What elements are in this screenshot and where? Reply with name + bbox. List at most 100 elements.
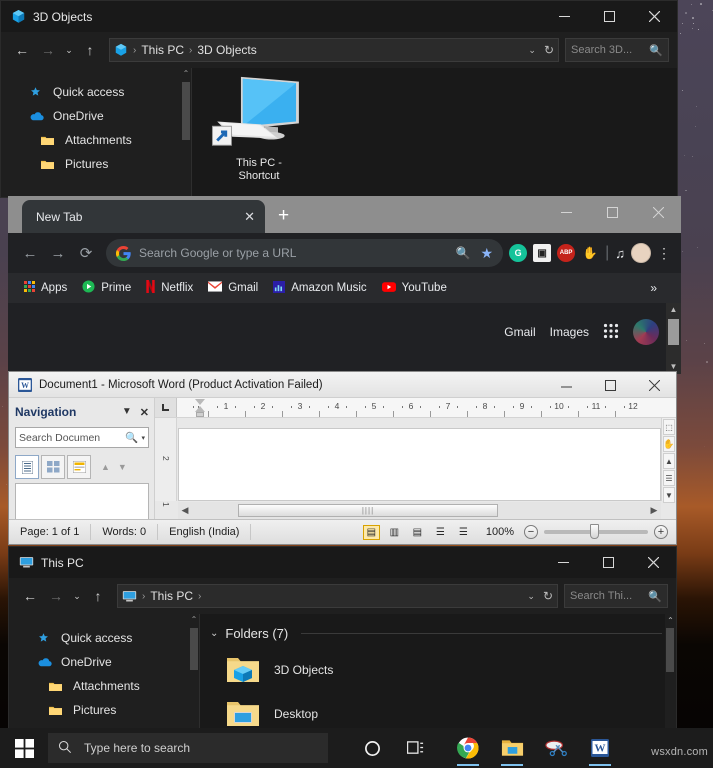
- zoom-slider-handle[interactable]: [590, 524, 599, 539]
- scrollbar-thumb[interactable]: [666, 628, 674, 672]
- sidebar-item-quick-access[interactable]: Quick access: [9, 626, 199, 650]
- back-icon[interactable]: ←: [16, 239, 44, 267]
- bookmark-gmail[interactable]: Gmail: [202, 279, 264, 297]
- navigation-pages-tab[interactable]: [41, 455, 65, 479]
- scroll-right-icon[interactable]: ▶: [647, 505, 661, 516]
- horizontal-scrollbar[interactable]: ◀ |||| ▶: [178, 502, 661, 519]
- taskbar-search-input[interactable]: Type here to search: [48, 733, 328, 763]
- sidebar-item-pictures[interactable]: Pictures: [9, 698, 199, 722]
- scroll-up-icon[interactable]: ⌃: [189, 614, 199, 626]
- scroll-up-icon[interactable]: ⌃: [665, 614, 676, 628]
- group-header-folders[interactable]: ⌄ Folders (7): [200, 614, 676, 641]
- window-controls[interactable]: [542, 1, 677, 32]
- content-scrollbar[interactable]: ⌃: [665, 614, 676, 745]
- navigation-close-icon[interactable]: ✕: [140, 406, 149, 419]
- hscroll-thumb[interactable]: ||||: [238, 504, 498, 517]
- bookmark-youtube[interactable]: YouTube: [376, 280, 453, 297]
- close-button[interactable]: [632, 372, 676, 398]
- scroll-up-icon[interactable]: ⌃: [181, 68, 191, 80]
- content-this-pc[interactable]: ⌄ Folders (7) 3D Objects: [199, 614, 676, 745]
- grammarly-extension-icon[interactable]: G: [509, 244, 527, 262]
- profile-avatar-icon[interactable]: [631, 243, 651, 263]
- zoom-level[interactable]: 100%: [486, 526, 514, 538]
- minimize-button[interactable]: [541, 547, 586, 578]
- chevron-down-icon[interactable]: ⌄: [528, 45, 536, 56]
- tab-stop-selector[interactable]: [155, 398, 177, 417]
- select-browse-object-icon[interactable]: ⬚: [663, 419, 675, 435]
- address-bar[interactable]: › This PC › ⌄ ↻: [117, 584, 558, 608]
- bookmark-apps[interactable]: Apps: [18, 279, 73, 297]
- forward-icon[interactable]: →: [43, 583, 69, 609]
- window-controls[interactable]: [544, 372, 676, 398]
- list-item[interactable]: Desktop: [200, 699, 676, 729]
- reload-icon[interactable]: ⟳: [72, 239, 100, 267]
- navigation-search-input[interactable]: Search Documen 🔍 ▾: [15, 427, 149, 448]
- back-icon[interactable]: ←: [17, 583, 43, 609]
- sidebar-scrollbar[interactable]: ⌃: [189, 614, 199, 745]
- chevron-down-icon[interactable]: ⌄: [210, 628, 218, 639]
- word-taskbar-icon[interactable]: W: [578, 728, 622, 768]
- breadcrumb-item-this-pc[interactable]: This PC: [150, 589, 193, 603]
- extensions-row[interactable]: G ▣ ABP ✋ | ♫ ⋮: [509, 243, 673, 263]
- navigation-headings-tab[interactable]: [15, 455, 39, 479]
- status-page[interactable]: Page: 1 of 1: [9, 524, 91, 540]
- breadcrumb-item-this-pc[interactable]: This PC: [141, 43, 184, 57]
- scroll-up-icon[interactable]: ▲: [663, 453, 675, 469]
- navigation-pane[interactable]: Navigation ▼ ✕ Search Documen 🔍 ▾: [9, 398, 155, 519]
- draft-view-button[interactable]: ☰: [455, 525, 472, 540]
- sidebar-item-quick-access[interactable]: Quick access: [1, 80, 191, 104]
- media-control-icon[interactable]: ♫: [615, 246, 625, 261]
- page-scrollbar[interactable]: ▲ ▼: [666, 303, 681, 374]
- search-input[interactable]: Search 3D... 🔍: [565, 38, 669, 62]
- wave-hand-extension-icon[interactable]: ✋: [581, 244, 599, 262]
- scroll-left-icon[interactable]: ◀: [178, 505, 192, 516]
- start-button[interactable]: [0, 728, 48, 768]
- sidebar-item-onedrive[interactable]: OneDrive: [1, 104, 191, 128]
- titlebar-this-pc[interactable]: This PC: [9, 547, 676, 578]
- chrome-toolbar[interactable]: ← → ⟳ Search Google or type a URL 🔍 ★ G …: [8, 233, 681, 273]
- zoom-in-button[interactable]: +: [654, 525, 668, 539]
- chevron-down-icon[interactable]: ⌄: [527, 591, 535, 602]
- pan-hand-icon[interactable]: ✋: [663, 436, 675, 452]
- sidebar-item-attachments[interactable]: Attachments: [9, 674, 199, 698]
- scroll-down-icon[interactable]: ▼: [663, 487, 675, 503]
- picture-in-picture-extension-icon[interactable]: ▣: [533, 244, 551, 262]
- bookmark-star-icon[interactable]: ★: [481, 245, 494, 262]
- refresh-icon[interactable]: ↻: [544, 43, 554, 57]
- google-apps-grid-icon[interactable]: [603, 323, 619, 342]
- minimize-button[interactable]: [543, 196, 589, 229]
- chrome-tab-new-tab[interactable]: New Tab ✕: [22, 200, 265, 233]
- google-account-avatar[interactable]: [633, 319, 659, 345]
- window-chrome[interactable]: New Tab ✕ + ← → ⟳ Search Google: [8, 196, 681, 374]
- horizontal-ruler[interactable]: 123456789101112: [155, 398, 676, 418]
- three-dot-menu-icon[interactable]: ⋮: [657, 245, 671, 262]
- sidebar-scrollbar[interactable]: ⌃: [181, 68, 191, 197]
- bookmarks-overflow-icon[interactable]: »: [650, 281, 671, 295]
- recent-locations-icon[interactable]: ⌄: [69, 583, 85, 609]
- first-line-indent-marker[interactable]: [195, 399, 205, 405]
- window-explorer-3d-objects[interactable]: 3D Objects ← → ⌄ ↑ › This PC › 3D Object…: [0, 0, 678, 198]
- print-layout-view-button[interactable]: ▤: [363, 525, 380, 540]
- ruler-scale[interactable]: 123456789101112: [177, 398, 676, 417]
- maximize-button[interactable]: [588, 372, 632, 398]
- navigation-results-tab[interactable]: [67, 455, 91, 479]
- document-area[interactable]: 123456789101112 2 1 ◀ |||| ▶ ⬚ ✋ ▲ ☰: [155, 398, 676, 519]
- scrollbar-thumb[interactable]: [190, 628, 198, 670]
- new-tab-button[interactable]: +: [278, 206, 289, 225]
- navbar-3d-objects[interactable]: ← → ⌄ ↑ › This PC › 3D Objects ⌄ ↻ Searc…: [1, 32, 677, 68]
- list-item[interactable]: 3D Objects: [200, 655, 676, 685]
- taskbar[interactable]: Type here to search: [0, 728, 713, 768]
- google-link-images[interactable]: Images: [550, 325, 589, 339]
- breadcrumb-item-3d-objects[interactable]: 3D Objects: [197, 43, 256, 57]
- bookmark-prime[interactable]: Prime: [76, 278, 137, 298]
- back-icon[interactable]: ←: [9, 37, 35, 63]
- omnibox-search-icon[interactable]: 🔍: [456, 246, 471, 260]
- address-bar[interactable]: › This PC › 3D Objects ⌄ ↻: [109, 38, 559, 62]
- google-link-gmail[interactable]: Gmail: [504, 325, 535, 339]
- outline-view-button[interactable]: ☰: [432, 525, 449, 540]
- sidebar-3d-objects[interactable]: Quick access OneDrive Attachments: [1, 68, 191, 197]
- close-button[interactable]: [635, 196, 681, 229]
- bookmark-amazon-music[interactable]: Amazon Music: [267, 279, 372, 298]
- tab-close-icon[interactable]: ✕: [244, 209, 255, 225]
- titlebar-3d-objects[interactable]: 3D Objects: [1, 1, 677, 32]
